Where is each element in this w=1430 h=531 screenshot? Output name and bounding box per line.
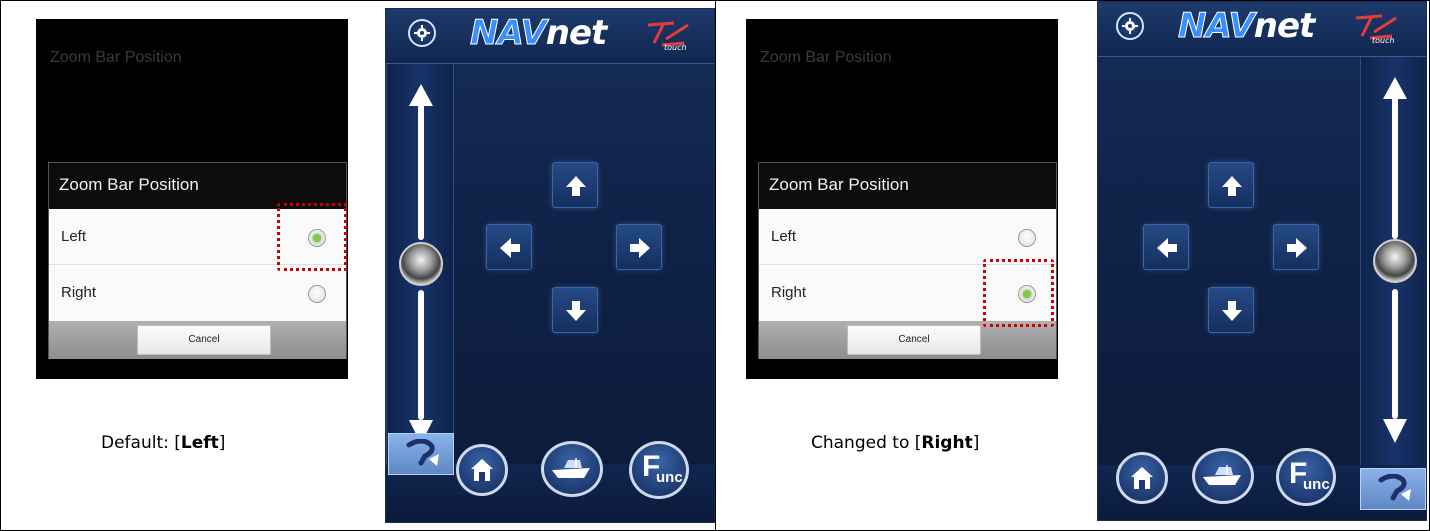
cancel-button[interactable]: Cancel bbox=[137, 325, 271, 355]
radio-left-unchecked-icon[interactable] bbox=[1018, 229, 1036, 247]
help-icon bbox=[1378, 474, 1411, 501]
boat-icon bbox=[552, 458, 590, 478]
logo-sub: touch bbox=[664, 43, 687, 52]
selection-highlight-box bbox=[277, 203, 347, 271]
cancel-button[interactable]: Cancel bbox=[847, 325, 981, 355]
dialog-background-title: Zoom Bar Position bbox=[760, 49, 892, 66]
help-button[interactable] bbox=[1360, 468, 1426, 510]
option-right-label: Right bbox=[61, 284, 97, 301]
caption-prefix: Changed to [ bbox=[811, 433, 922, 453]
arrow-left-icon bbox=[500, 238, 520, 258]
zoom-bar[interactable] bbox=[386, 64, 454, 464]
radio-right-unchecked-icon[interactable] bbox=[308, 285, 326, 303]
func-label-small: unc bbox=[656, 469, 683, 486]
home-button[interactable] bbox=[1116, 452, 1168, 504]
logo-main: net bbox=[1253, 6, 1316, 46]
option-right[interactable]: Right bbox=[49, 265, 346, 321]
func-button[interactable]: Func bbox=[1276, 448, 1336, 506]
settings-icon bbox=[414, 25, 430, 41]
caption-default: Default: [Left] bbox=[101, 433, 225, 453]
caption-prefix: Default: [ bbox=[101, 433, 181, 453]
arrow-right-button[interactable] bbox=[1273, 224, 1319, 270]
caption-changed: Changed to [Right] bbox=[811, 433, 979, 453]
arrow-up-icon bbox=[1222, 176, 1242, 196]
option-left-label: Left bbox=[61, 228, 87, 245]
arrow-left-button[interactable] bbox=[1143, 224, 1189, 270]
arrow-down-button[interactable] bbox=[552, 287, 598, 333]
logo-prefix: NAV bbox=[470, 13, 548, 54]
logo-text: NAVnet bbox=[470, 13, 608, 54]
device-header: NAVnet touch bbox=[386, 9, 714, 64]
func-button[interactable]: Func bbox=[629, 441, 689, 499]
home-icon bbox=[1131, 467, 1153, 489]
settings-button[interactable] bbox=[1116, 12, 1144, 40]
option-left-label: Left bbox=[771, 228, 797, 245]
caption-suffix: ] bbox=[972, 433, 980, 453]
tz-touch-logo-icon: touch bbox=[1355, 14, 1397, 45]
logo-main: net bbox=[545, 13, 608, 53]
arrow-up-icon bbox=[566, 176, 586, 196]
selection-highlight-box bbox=[983, 259, 1054, 327]
settings-icon bbox=[1122, 18, 1138, 34]
help-icon bbox=[406, 439, 439, 466]
tz-touch-logo-icon: touch bbox=[647, 21, 689, 52]
panel-changed-right: Zoom Bar Position Zoom Bar Position Left… bbox=[715, 0, 1430, 531]
dialog-title: Zoom Bar Position bbox=[769, 175, 909, 194]
zoom-bar-dialog-screenshot: Zoom Bar Position Zoom Bar Position Left… bbox=[36, 19, 348, 379]
option-left[interactable]: Left bbox=[759, 209, 1056, 265]
navnet-device-zoom-left: NAVnet touch F unc bbox=[385, 8, 715, 523]
boat-icon bbox=[1203, 465, 1241, 485]
arrow-left-button[interactable] bbox=[486, 224, 532, 270]
zoom-bar[interactable] bbox=[1360, 57, 1426, 465]
arrow-left-icon bbox=[1157, 238, 1177, 258]
device-header: NAVnet touch bbox=[1098, 2, 1426, 57]
caption-value: Right bbox=[921, 433, 973, 453]
logo-prefix: NAV bbox=[1178, 6, 1256, 47]
dialog-background-title: Zoom Bar Position bbox=[50, 49, 182, 66]
func-label-small: unc bbox=[1303, 476, 1330, 493]
boat-button[interactable] bbox=[541, 441, 603, 497]
dialog-title: Zoom Bar Position bbox=[59, 175, 199, 194]
zoom-knob-icon[interactable] bbox=[399, 242, 443, 286]
settings-button[interactable] bbox=[408, 19, 436, 47]
caption-suffix: ] bbox=[218, 433, 226, 453]
arrow-down-icon bbox=[1222, 301, 1242, 321]
home-button[interactable] bbox=[456, 444, 508, 496]
arrow-down-button[interactable] bbox=[1208, 287, 1254, 333]
arrow-right-icon bbox=[630, 238, 650, 258]
dialog-button-bar: Cancel bbox=[49, 321, 346, 359]
arrow-up-button[interactable] bbox=[552, 162, 598, 208]
boat-button[interactable] bbox=[1192, 448, 1254, 504]
help-button[interactable] bbox=[388, 433, 454, 475]
arrow-down-icon bbox=[566, 301, 586, 321]
arrow-right-button[interactable] bbox=[616, 224, 662, 270]
panel-default-left: Zoom Bar Position Zoom Bar Position Left… bbox=[0, 0, 716, 531]
option-right-label: Right bbox=[771, 284, 807, 301]
logo-sub: touch bbox=[1372, 36, 1395, 45]
arrow-right-icon bbox=[1287, 238, 1307, 258]
navnet-device-zoom-right: NAVnet touch F unc bbox=[1097, 1, 1427, 521]
arrow-up-button[interactable] bbox=[1208, 162, 1254, 208]
home-icon bbox=[471, 459, 493, 481]
logo-text: NAVnet bbox=[1178, 6, 1316, 47]
caption-value: Left bbox=[180, 433, 219, 453]
zoom-knob-icon[interactable] bbox=[1373, 239, 1417, 283]
